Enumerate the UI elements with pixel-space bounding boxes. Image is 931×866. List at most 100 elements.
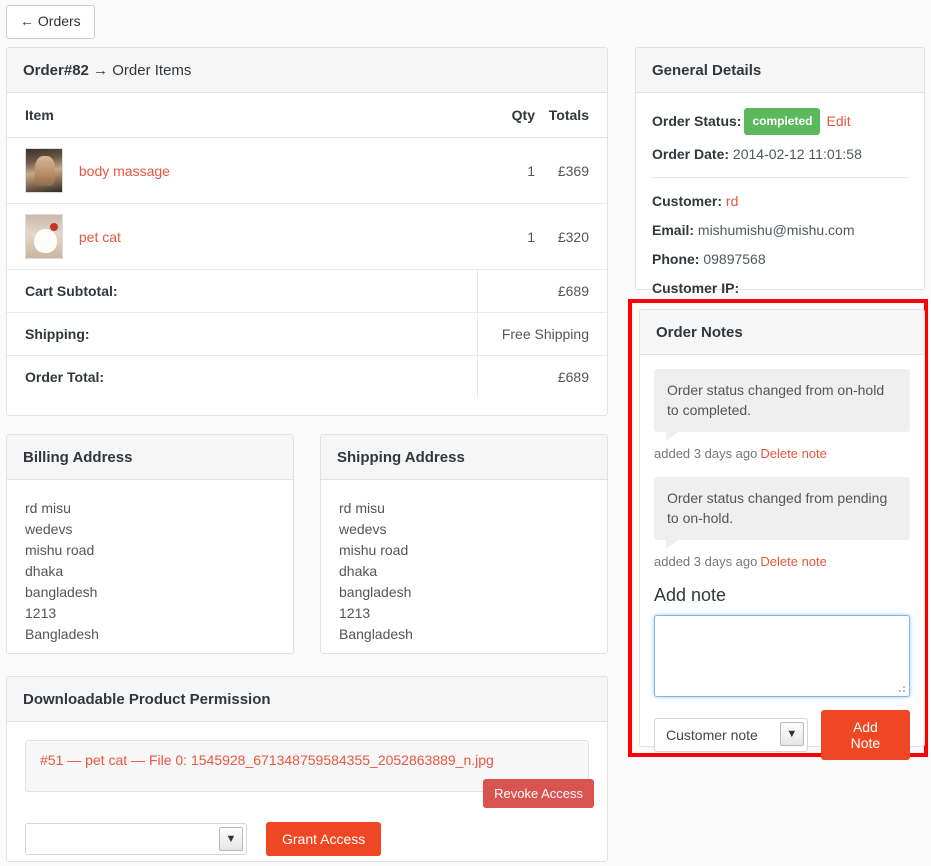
address-line: wedevs (339, 521, 387, 537)
item-qty: 1 (477, 137, 535, 204)
order-notes-title: Order Notes (640, 310, 924, 355)
chevron-down-icon: ▼ (779, 722, 804, 746)
add-note-textarea[interactable] (654, 615, 910, 697)
order-notes-highlight-box: Order Notes Order status changed from on… (628, 299, 928, 760)
email-line: Email: mishumishu@mishu.com (652, 220, 908, 240)
address-line: Bangladesh (339, 626, 413, 642)
note-text: Order status changed from on-hold to com… (654, 369, 910, 441)
billing-address-body: rd misu wedevs mishu road dhaka banglade… (7, 480, 293, 661)
address-line: 1213 (25, 605, 57, 621)
email-value: mishumishu@mishu.com (697, 222, 855, 238)
resize-grip-icon[interactable] (896, 683, 906, 693)
product-link-body-massage[interactable]: body massage (79, 163, 170, 179)
order-total-label: Order Total: (25, 369, 105, 385)
note-timestamp: added 3 days ago (654, 554, 758, 569)
order-items-header: Order#82 → Order Items (7, 48, 607, 93)
address-line: 1213 (339, 605, 371, 621)
status-badge: completed (744, 108, 821, 135)
chevron-down-icon: ▼ (219, 827, 243, 851)
order-items-table: Item Qty Totals body massage 1 £369 pet … (7, 93, 607, 398)
note-timestamp: added 3 days ago (654, 446, 758, 461)
downloadable-permission-panel: Downloadable Product Permission #51 — pe… (6, 676, 608, 862)
customer-link[interactable]: rd (726, 193, 738, 209)
product-thumbnail-body-massage (25, 148, 63, 193)
shipping-label: Shipping: (7, 312, 477, 356)
shipping-address-body: rd misu wedevs mishu road dhaka banglade… (321, 480, 607, 661)
address-line: rd misu (339, 500, 385, 516)
product-thumbnail-pet-cat (25, 214, 63, 259)
customer-line: Customer: rd (652, 191, 908, 211)
customer-ip-label: Customer IP: (652, 280, 740, 296)
divider (652, 177, 908, 178)
shipping-row: Shipping: Free Shipping (7, 312, 607, 356)
note-text: Order status changed from pending to on-… (654, 477, 910, 549)
list-item: Order status changed from on-hold to com… (654, 369, 910, 441)
order-items-panel: Order#82 → Order Items Item Qty Totals b… (6, 47, 608, 416)
add-note-controls: Customer note ▼ Add Note (654, 710, 910, 760)
note-meta: added 3 days ago Delete note (654, 446, 910, 461)
item-total: £369 (535, 137, 607, 204)
column-header-qty: Qty (477, 93, 535, 138)
phone-value: 09897568 (703, 251, 766, 267)
downloadable-file-row: #51 — pet cat — File 0: 1545928_67134875… (25, 740, 594, 808)
address-line: Bangladesh (25, 626, 99, 642)
address-line: mishu road (25, 542, 95, 558)
address-line: wedevs (25, 521, 73, 537)
note-meta: added 3 days ago Delete note (654, 554, 910, 569)
order-items-subtitle: Order Items (112, 62, 192, 79)
phone-line: Phone: 09897568 (652, 249, 908, 269)
billing-address-panel: Billing Address rd misu wedevs mishu roa… (6, 434, 294, 654)
list-item: Order status changed from pending to on-… (654, 477, 910, 549)
edit-status-link[interactable]: Edit (826, 113, 850, 129)
delete-note-link[interactable]: Delete note (760, 554, 827, 569)
order-date-line: Order Date: 2014-02-12 11:01:58 (652, 144, 908, 164)
add-note-heading: Add note (654, 585, 727, 605)
customer-label: Customer: (652, 193, 723, 209)
billing-address-title: Billing Address (7, 435, 293, 480)
order-detail-page: ← Orders Order#82 → Order Items Item Qty… (0, 0, 931, 866)
column-header-totals: Totals (535, 93, 607, 138)
grant-access-button[interactable]: Grant Access (266, 822, 382, 856)
address-line: rd misu (25, 500, 71, 516)
revoke-access-button[interactable]: Revoke Access (483, 779, 594, 808)
item-total: £320 (535, 203, 607, 270)
general-details-body: Order Status: completed Edit Order Date: 2… (636, 93, 924, 323)
product-link-pet-cat[interactable]: pet cat (79, 229, 121, 245)
table-row: pet cat 1 £320 (7, 203, 607, 270)
note-type-select[interactable]: Customer note ▼ (654, 718, 808, 752)
column-header-item: Item (7, 93, 477, 138)
note-type-value: Customer note (666, 727, 758, 743)
order-notes-body: Order status changed from on-hold to com… (640, 355, 924, 772)
cart-subtotal-value: £689 (476, 269, 607, 313)
order-number: Order#82 (23, 62, 89, 79)
downloadable-controls: ▼ Grant Access (25, 822, 607, 856)
table-row: body massage 1 £369 (7, 137, 607, 204)
add-note-button[interactable]: Add Note (820, 710, 910, 760)
email-label: Email: (652, 222, 695, 238)
delete-note-link[interactable]: Delete note (760, 446, 827, 461)
back-to-orders-button[interactable]: ← Orders (6, 5, 95, 39)
order-date-label: Order Date: (652, 146, 730, 162)
downloadable-file-label: #51 — pet cat — File 0: 1545928_67134875… (40, 752, 494, 768)
shipping-address-title: Shipping Address (321, 435, 607, 480)
address-line: dhaka (339, 563, 378, 579)
phone-label: Phone: (652, 251, 700, 267)
address-line: dhaka (25, 563, 64, 579)
order-notes-panel: Order Notes Order status changed from on… (639, 309, 925, 760)
order-total-value: £689 (476, 355, 607, 398)
order-status-label: Order Status: (652, 113, 742, 129)
customer-ip-line: Customer IP: (652, 278, 908, 298)
address-line: bangladesh (339, 584, 412, 600)
general-details-panel: General Details Order Status: completed Ed… (635, 47, 925, 296)
downloadable-permission-title: Downloadable Product Permission (7, 677, 607, 722)
breadcrumb-arrow: → (93, 62, 109, 79)
downloadable-product-select[interactable]: ▼ (25, 823, 247, 855)
shipping-address-panel: Shipping Address rd misu wedevs mishu ro… (320, 434, 608, 654)
table-header-row: Item Qty Totals (7, 93, 607, 138)
address-line: mishu road (339, 542, 409, 558)
address-line: bangladesh (25, 584, 98, 600)
order-total-row: Order Total: £689 (7, 355, 607, 398)
cart-subtotal-row: Cart Subtotal: £689 (7, 269, 607, 313)
order-status-line: Order Status: completed Edit (652, 108, 908, 135)
cart-subtotal-label: Cart Subtotal: (7, 269, 477, 313)
